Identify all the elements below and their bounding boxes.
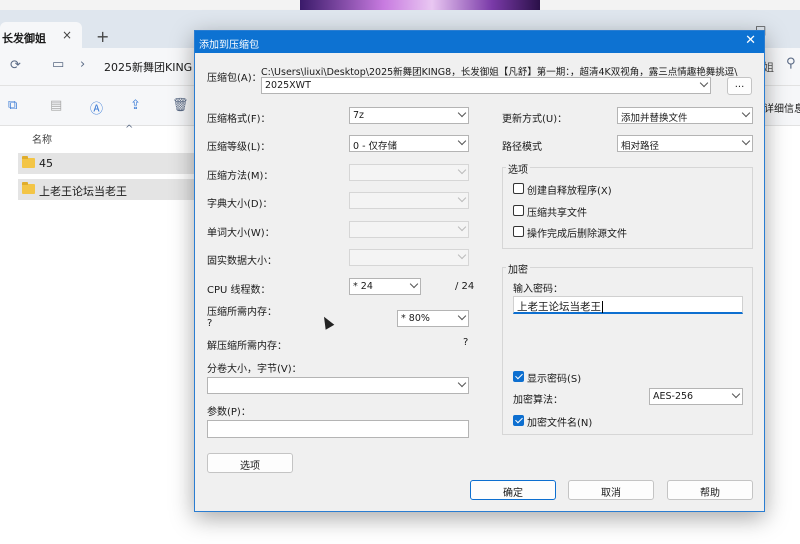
chevron-down-icon xyxy=(741,108,751,118)
list-item[interactable]: 45 xyxy=(18,153,198,174)
browse-button[interactable]: ... xyxy=(727,77,752,95)
params-input[interactable] xyxy=(207,420,469,438)
chevron-down-icon xyxy=(457,378,467,388)
volume-label: 分卷大小，字节(V)： xyxy=(207,364,302,375)
close-icon[interactable]: ✕ xyxy=(745,33,756,48)
cancel-button[interactable]: 取消 xyxy=(568,480,654,500)
mem-decomp-label: 解压缩所需内存： xyxy=(207,341,287,352)
word-select[interactable] xyxy=(349,221,469,238)
word-label: 单词大小(W)： xyxy=(207,228,275,239)
path-mode-label: 路径模式 xyxy=(502,142,542,153)
encrypt-filenames-label: 加密文件名(N) xyxy=(527,418,593,429)
show-password-checkbox[interactable] xyxy=(513,371,524,382)
mem-comp-unknown: ? xyxy=(207,318,213,329)
tab-title: 长发御姐 xyxy=(2,32,46,45)
add-to-archive-dialog: 添加到压缩包 ✕ 压缩包(A)： C:\Users\liuxi\Desktop\… xyxy=(194,30,765,512)
folder-icon xyxy=(22,156,35,168)
chevron-down-icon xyxy=(457,250,467,260)
cpu-label: CPU 线程数： xyxy=(207,285,271,296)
chevron-down-icon xyxy=(457,193,467,203)
archive-name-combobox[interactable]: 2025XWT xyxy=(261,77,711,94)
copy-icon[interactable]: ⧉ xyxy=(8,98,17,113)
folder-icon xyxy=(22,182,35,194)
enc-method-select[interactable]: AES-256 xyxy=(649,388,743,405)
cpu-max: / 24 xyxy=(455,281,475,292)
archive-label: 压缩包(A)： xyxy=(207,73,262,84)
archive-path: C:\Users\liuxi\Desktop\2025新舞团KING8，长发御姐… xyxy=(261,67,738,78)
chevron-right-icon: › xyxy=(80,57,86,72)
search-icon[interactable]: ⚲ xyxy=(786,56,796,71)
method-select[interactable] xyxy=(349,164,469,181)
mem-usage-select[interactable]: * 80% xyxy=(397,310,469,327)
encrypt-filenames-checkbox[interactable] xyxy=(513,415,524,426)
sfx-label: 创建自释放程序(X) xyxy=(527,186,612,197)
params-label: 参数(P)： xyxy=(207,407,251,418)
dict-select[interactable] xyxy=(349,192,469,209)
shared-files-checkbox[interactable] xyxy=(513,205,524,216)
dialog-title: 添加到压缩包 xyxy=(199,40,259,51)
shared-files-label: 压缩共享文件 xyxy=(527,208,587,219)
format-label: 压缩格式(F)： xyxy=(207,114,271,125)
chevron-down-icon xyxy=(699,78,709,88)
method-label: 压缩方法(M)： xyxy=(207,171,274,182)
solid-label: 固实数据大小： xyxy=(207,256,277,267)
mem-decomp-unknown: ? xyxy=(463,337,469,348)
chevron-down-icon xyxy=(741,136,751,146)
dict-label: 字典大小(D)： xyxy=(207,199,273,210)
options-button[interactable]: 选项 xyxy=(207,453,293,473)
address-path[interactable]: 2025新舞团KING xyxy=(104,59,192,75)
sfx-checkbox[interactable] xyxy=(513,183,524,194)
delete-icon[interactable]: 🗑 xyxy=(172,98,189,113)
format-select[interactable]: 7z xyxy=(349,107,469,124)
help-button[interactable]: 帮助 xyxy=(667,480,753,500)
update-mode-select[interactable]: 添加并替换文件 xyxy=(617,107,753,124)
wallpaper-strip xyxy=(300,0,540,10)
details-button[interactable]: 详细信息 xyxy=(764,100,800,115)
chevron-down-icon xyxy=(457,222,467,232)
delete-after-label: 操作完成后删除源文件 xyxy=(527,229,627,240)
level-select[interactable]: 0 - 仅存储 xyxy=(349,135,469,152)
enc-method-label: 加密算法： xyxy=(513,395,563,406)
chevron-down-icon xyxy=(457,165,467,175)
chevron-down-icon xyxy=(731,389,741,399)
mem-comp-label: 压缩所需内存： xyxy=(207,307,277,318)
path-mode-select[interactable]: 相对路径 xyxy=(617,135,753,152)
share-icon[interactable]: ⇪ xyxy=(130,98,141,113)
paste-icon[interactable]: ▤ xyxy=(50,98,62,113)
password-input[interactable]: 上老王论坛当老王 xyxy=(513,296,743,314)
chevron-down-icon xyxy=(457,108,467,118)
list-item[interactable]: 上老王论坛当老王 xyxy=(18,179,198,200)
update-label: 更新方式(U)： xyxy=(502,114,568,125)
ok-button[interactable]: 确定 xyxy=(470,480,556,500)
level-label: 压缩等级(L)： xyxy=(207,142,271,153)
chevron-down-icon xyxy=(457,136,467,146)
monitor-icon: ▭ xyxy=(52,57,65,72)
show-password-label: 显示密码(S) xyxy=(527,374,582,385)
sort-up-icon: ^ xyxy=(125,124,134,135)
delete-after-checkbox[interactable] xyxy=(513,226,524,237)
dialog-titlebar[interactable]: 添加到压缩包 ✕ xyxy=(195,31,764,53)
password-label: 输入密码： xyxy=(513,284,563,295)
options-group-title: 选项 xyxy=(506,161,530,176)
column-header-name[interactable]: 名称 xyxy=(32,131,52,146)
solid-select[interactable] xyxy=(349,249,469,266)
refresh-icon[interactable]: ⟳ xyxy=(10,58,21,73)
chevron-down-icon xyxy=(457,311,467,321)
new-tab-button[interactable]: + xyxy=(96,27,109,46)
volume-size-combobox[interactable] xyxy=(207,377,469,394)
encryption-group-title: 加密 xyxy=(506,261,530,276)
rename-icon[interactable]: Ⓐ xyxy=(90,98,103,117)
cpu-threads-select[interactable]: * 24 xyxy=(349,278,421,295)
chevron-down-icon xyxy=(409,279,419,289)
close-tab-icon[interactable]: × xyxy=(62,28,72,42)
